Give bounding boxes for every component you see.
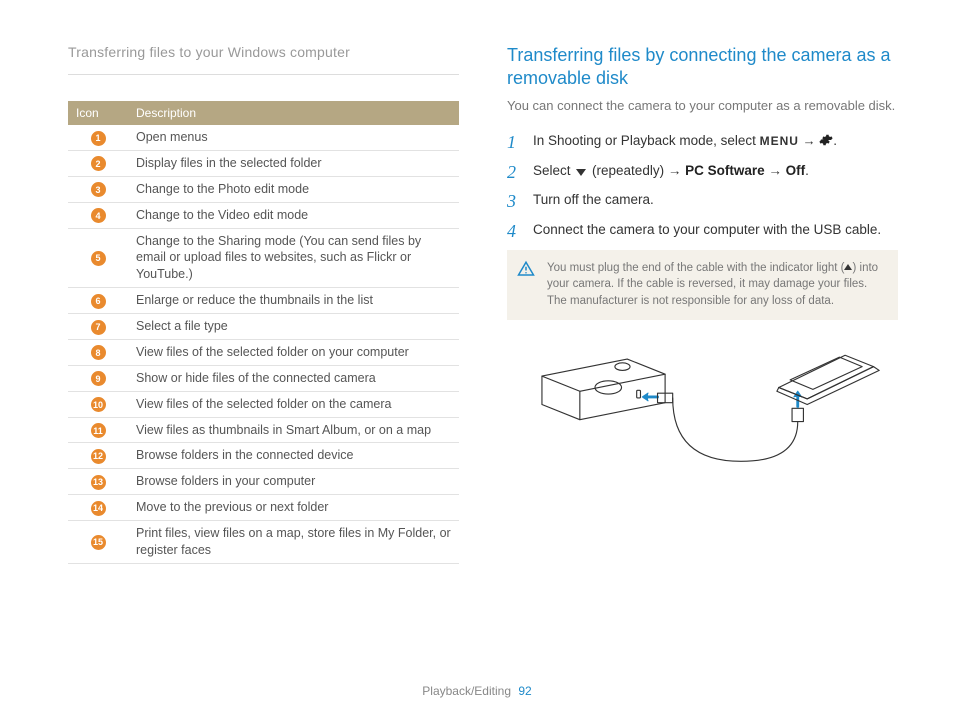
col-header-desc: Description <box>128 101 459 125</box>
table-row: 13 Browse folders in your computer <box>68 469 459 495</box>
warning-box: You must plug the end of the cable with … <box>507 250 898 320</box>
num-icon: 6 <box>91 294 106 309</box>
page-footer: Playback/Editing 92 <box>0 684 954 698</box>
num-icon: 15 <box>91 535 106 550</box>
table-row: 15 Print files, view files on a map, stor… <box>68 521 459 564</box>
table-row: 9 Show or hide files of the connected cam… <box>68 365 459 391</box>
intro-text: You can connect the camera to your compu… <box>507 97 898 115</box>
connection-illustration <box>507 338 898 493</box>
num-icon: 11 <box>91 423 106 438</box>
step-1: In Shooting or Playback mode, select MEN… <box>507 131 898 151</box>
menu-icon: MENU <box>760 134 799 148</box>
step-3: Turn off the camera. <box>507 190 898 210</box>
desc: Select a file type <box>128 314 459 340</box>
col-header-icon: Icon <box>68 101 128 125</box>
warning-icon <box>517 260 535 284</box>
num-icon: 2 <box>91 156 106 171</box>
num-icon: 14 <box>91 501 106 516</box>
table-row: 12 Browse folders in the connected device <box>68 443 459 469</box>
table-row: 14 Move to the previous or next folder <box>68 495 459 521</box>
desc: View files as thumbnails in Smart Album,… <box>128 417 459 443</box>
desc: Enlarge or reduce the thumbnails in the … <box>128 288 459 314</box>
section-title: Transferring files by connecting the cam… <box>507 44 898 91</box>
desc: Change to the Video edit mode <box>128 202 459 228</box>
desc: Display files in the selected folder <box>128 150 459 176</box>
page-number: 92 <box>518 684 531 698</box>
table-row: 10 View files of the selected folder on t… <box>68 391 459 417</box>
chevron-down-icon <box>576 169 586 176</box>
num-icon: 9 <box>91 371 106 386</box>
desc: Print files, view files on a map, store … <box>128 521 459 564</box>
num-icon: 4 <box>91 208 106 223</box>
desc: View files of the selected folder on you… <box>128 339 459 365</box>
desc: Browse folders in the connected device <box>128 443 459 469</box>
table-row: 2 Display files in the selected folder <box>68 150 459 176</box>
step-4: Connect the camera to your computer with… <box>507 220 898 240</box>
desc: Open menus <box>128 125 459 150</box>
num-icon: 12 <box>91 449 106 464</box>
divider <box>68 74 459 75</box>
table-row: 6 Enlarge or reduce the thumbnails in the… <box>68 288 459 314</box>
num-icon: 8 <box>91 345 106 360</box>
page-header: Transferring files to your Windows compu… <box>68 44 459 60</box>
desc: View files of the selected folder on the… <box>128 391 459 417</box>
desc: Change to the Sharing mode (You can send… <box>128 228 459 288</box>
num-icon: 1 <box>91 131 106 146</box>
table-row: 5 Change to the Sharing mode (You can sen… <box>68 228 459 288</box>
table-row: 8 View files of the selected folder on yo… <box>68 339 459 365</box>
table-row: 4 Change to the Video edit mode <box>68 202 459 228</box>
desc: Show or hide files of the connected came… <box>128 365 459 391</box>
table-row: 3 Change to the Photo edit mode <box>68 176 459 202</box>
right-column: Transferring files by connecting the cam… <box>507 44 898 564</box>
table-row: 11 View files as thumbnails in Smart Albu… <box>68 417 459 443</box>
table-row: 7 Select a file type <box>68 314 459 340</box>
num-icon: 5 <box>91 251 106 266</box>
num-icon: 7 <box>91 320 106 335</box>
num-icon: 10 <box>91 397 106 412</box>
footer-section: Playback/Editing <box>422 684 511 698</box>
step-2: Select (repeatedly) → PC Software → Off. <box>507 161 898 181</box>
desc: Move to the previous or next folder <box>128 495 459 521</box>
num-icon: 3 <box>91 182 106 197</box>
desc: Change to the Photo edit mode <box>128 176 459 202</box>
num-icon: 13 <box>91 475 106 490</box>
desc: Browse folders in your computer <box>128 469 459 495</box>
gear-icon <box>819 133 833 147</box>
table-row: 1 Open menus <box>68 125 459 150</box>
steps-list: In Shooting or Playback mode, select MEN… <box>507 131 898 240</box>
left-column: Transferring files to your Windows compu… <box>68 44 459 564</box>
icon-description-table: Icon Description 1 Open menus 2 Display fi… <box>68 101 459 564</box>
